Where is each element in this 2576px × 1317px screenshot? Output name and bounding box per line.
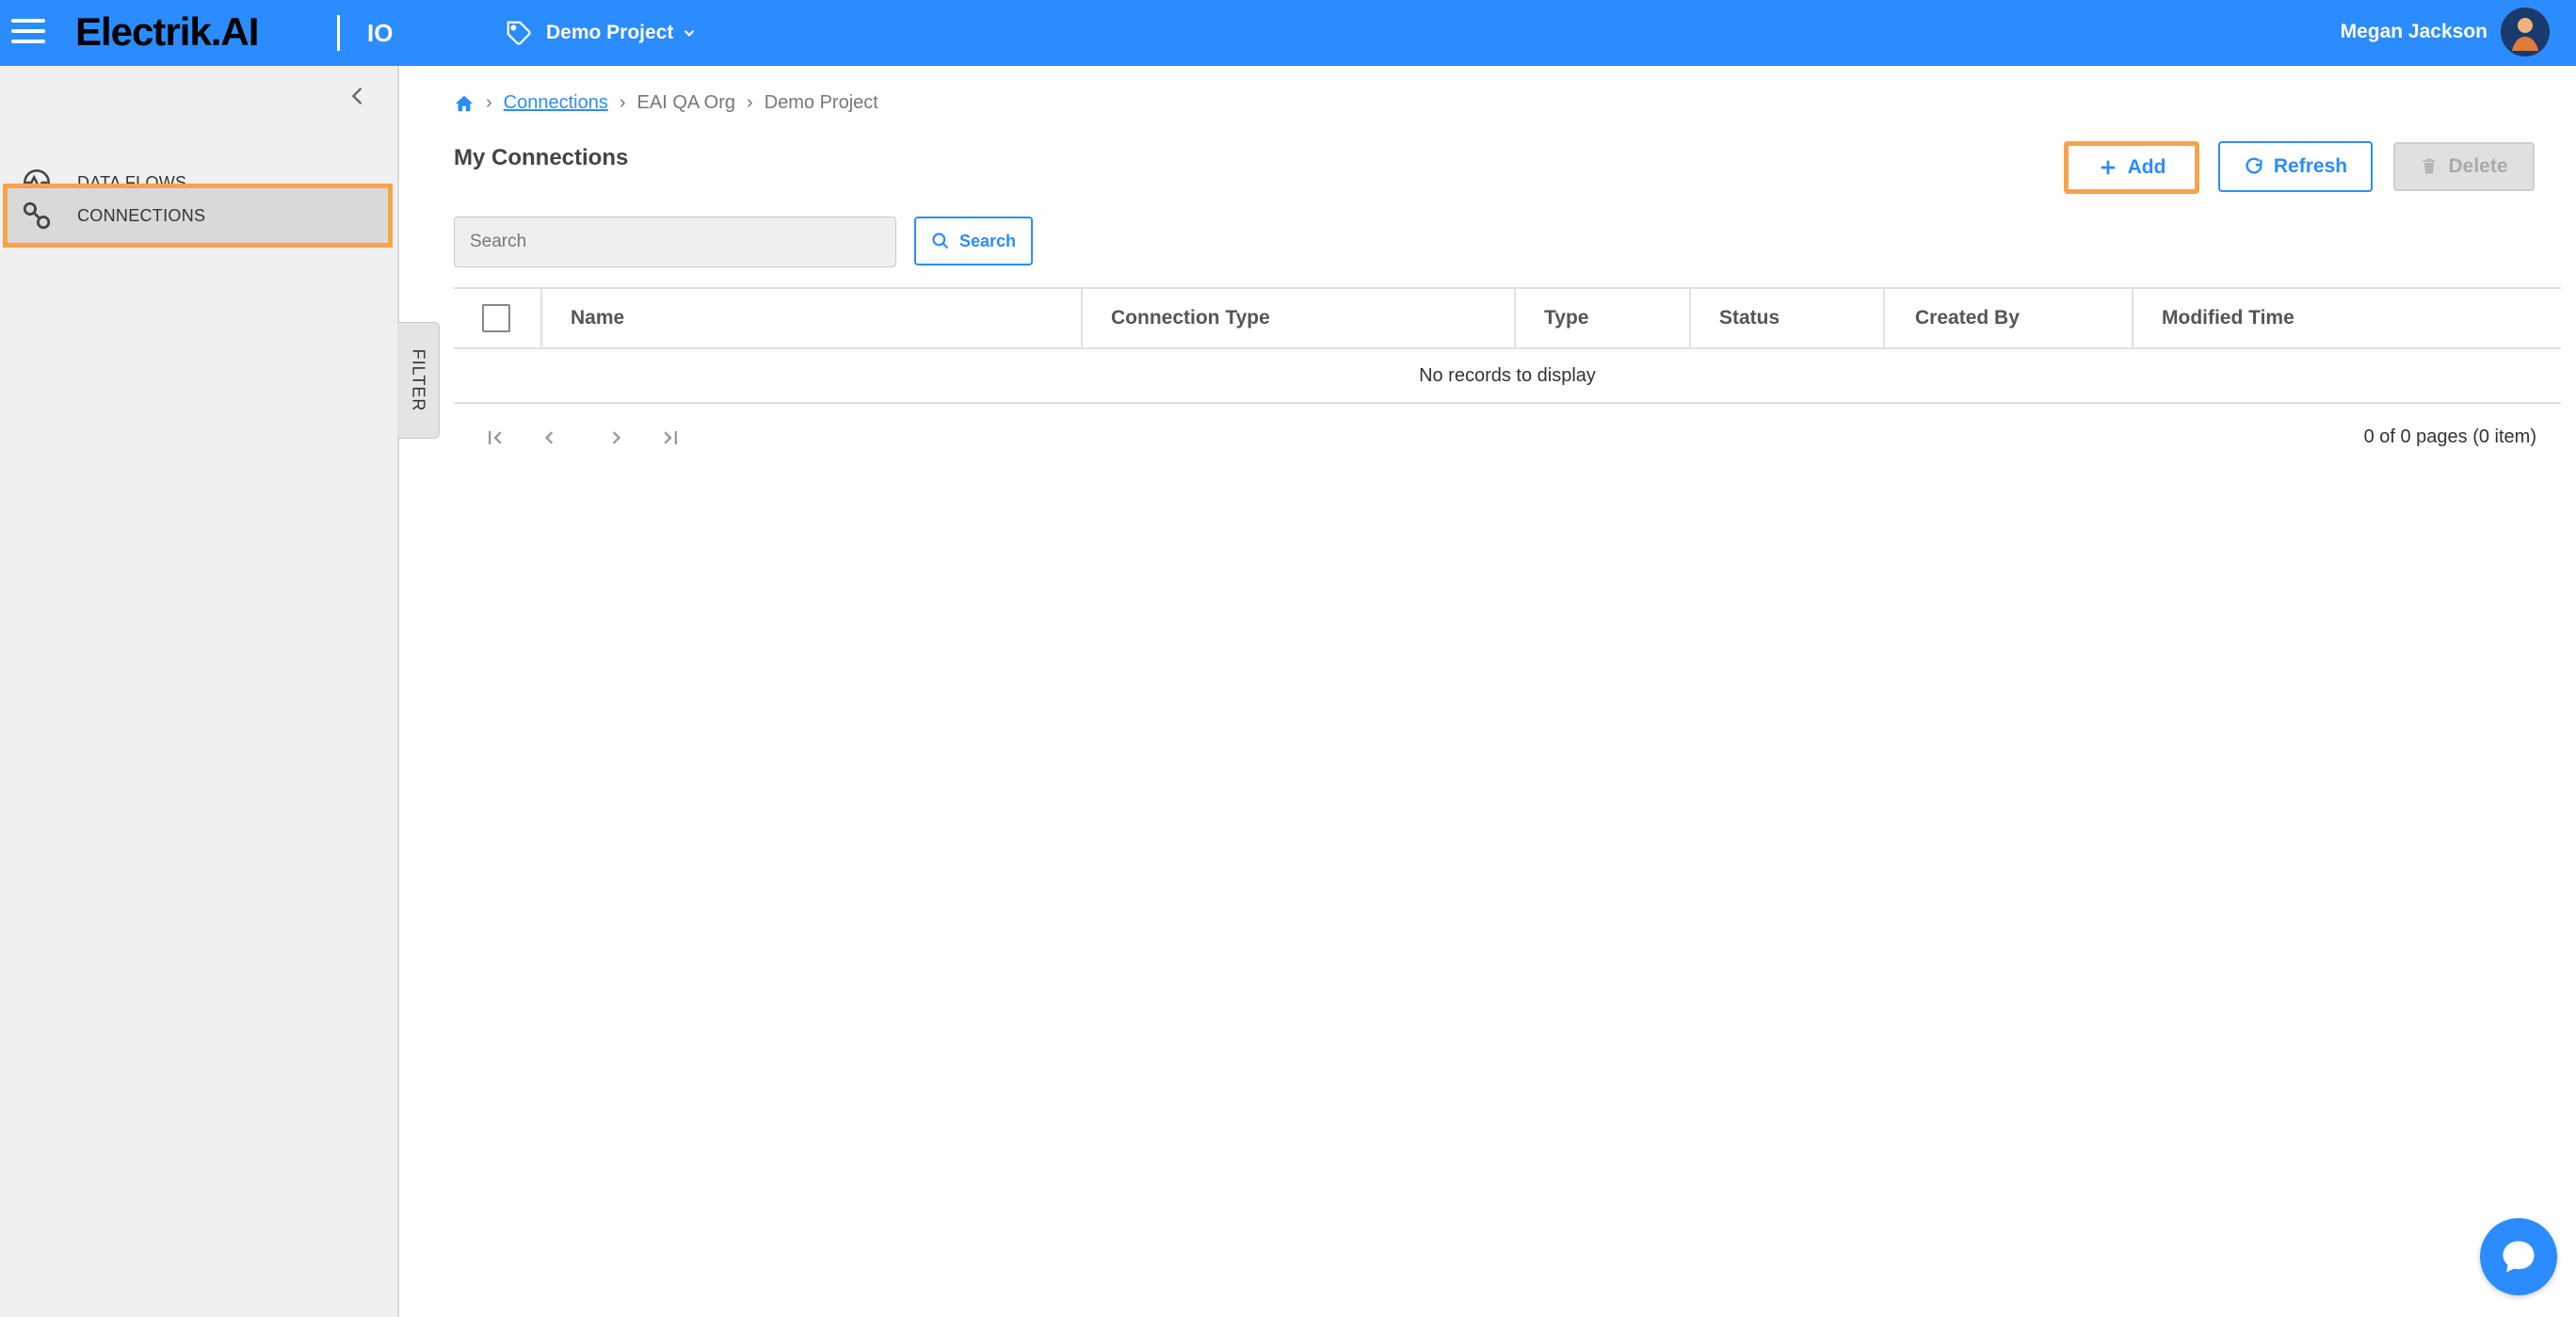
column-header-connection-type[interactable]: Connection Type	[1081, 289, 1514, 347]
breadcrumb-separator-icon: ›	[486, 92, 492, 113]
sidebar-item-label: CONNECTIONS	[77, 205, 206, 225]
topbar-divider	[337, 15, 340, 51]
breadcrumb-item-project: Demo Project	[764, 92, 878, 113]
chat-bubble-icon	[2503, 1241, 2535, 1273]
page-title: My Connections	[454, 145, 629, 170]
trash-icon	[2423, 158, 2437, 174]
table-header: Name Connection Type Type Status Created…	[454, 287, 2561, 349]
chevron-down-icon	[684, 29, 695, 37]
refresh-icon	[2246, 157, 2262, 174]
filter-tab-label: FILTER	[409, 348, 428, 412]
breadcrumb-separator-icon: ›	[747, 92, 753, 113]
project-selector[interactable]: Demo Project	[505, 17, 698, 49]
collapse-sidebar-icon[interactable]	[345, 83, 371, 109]
logo-text: Electrik.AI	[75, 9, 259, 54]
column-header-modified-time[interactable]: Modified Time	[2132, 289, 2561, 347]
search-button-label: Search	[958, 231, 1017, 250]
add-button[interactable]: Add	[2064, 141, 2199, 194]
chat-button[interactable]	[2480, 1218, 2557, 1295]
breadcrumb-link-connections[interactable]: Connections	[504, 92, 608, 114]
user-name: Megan Jackson	[2340, 21, 2487, 42]
app-code: IO	[367, 19, 394, 47]
previous-page-icon[interactable]	[537, 425, 563, 451]
sidebar-item-connections[interactable]: CONNECTIONS	[3, 184, 393, 248]
home-icon[interactable]	[454, 93, 475, 114]
last-page-icon[interactable]	[657, 425, 684, 451]
avatar	[2501, 8, 2550, 56]
app-logo[interactable]: Electrik.AI	[75, 9, 259, 55]
refresh-button-label: Refresh	[2273, 155, 2348, 177]
plus-icon	[2101, 160, 2115, 175]
search-icon	[932, 233, 949, 249]
select-all-cell	[454, 289, 540, 347]
pager-info: 0 of 0 pages (0 item)	[2363, 426, 2536, 447]
user-menu[interactable]: Megan Jackson	[2341, 8, 2550, 56]
breadcrumb-item-org: EAI QA Org	[636, 92, 736, 113]
column-header-status[interactable]: Status	[1689, 289, 1883, 347]
add-button-label: Add	[2127, 156, 2166, 178]
hamburger-menu-icon[interactable]	[11, 19, 45, 45]
pager: 0 of 0 pages (0 item)	[454, 404, 2561, 472]
delete-button-label: Delete	[2448, 155, 2508, 177]
filter-tab[interactable]: FILTER	[397, 322, 440, 439]
connections-table: Name Connection Type Type Status Created…	[454, 287, 2561, 472]
breadcrumb-separator-icon: ›	[619, 92, 626, 113]
search-button[interactable]: Search	[914, 217, 1033, 265]
tag-icon	[507, 21, 531, 45]
sidebar: DATA FLOWS CONNECTIONS	[0, 66, 399, 1317]
link-icon	[23, 201, 51, 230]
search-input[interactable]	[454, 217, 896, 267]
breadcrumb: › Connections › EAI QA Org › Demo Projec…	[454, 92, 878, 114]
refresh-button[interactable]: Refresh	[2218, 141, 2373, 192]
column-header-created-by[interactable]: Created By	[1883, 289, 2132, 347]
first-page-icon[interactable]	[482, 425, 508, 451]
delete-button[interactable]: Delete	[2393, 142, 2535, 191]
project-name: Demo Project	[546, 22, 674, 43]
top-bar: Electrik.AI IO Demo Project Megan Jackso…	[0, 0, 2576, 66]
select-all-checkbox[interactable]	[482, 304, 510, 332]
column-header-type[interactable]: Type	[1514, 289, 1689, 347]
column-header-name[interactable]: Name	[540, 289, 1081, 347]
next-page-icon[interactable]	[603, 425, 629, 451]
empty-message: No records to display	[454, 349, 2561, 404]
